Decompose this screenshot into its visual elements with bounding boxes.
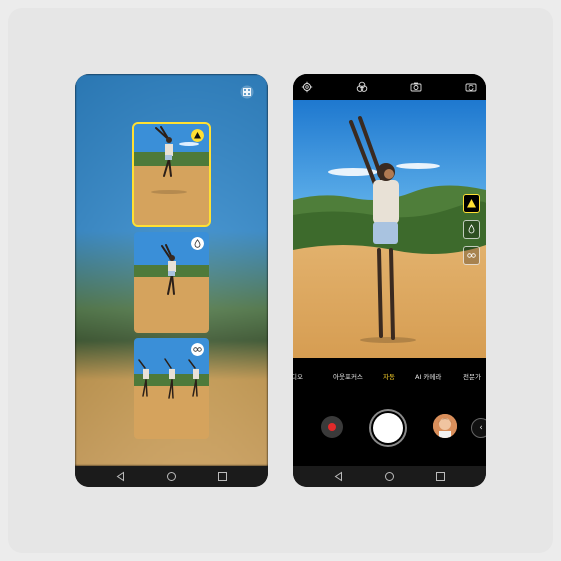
mode-ai-camera[interactable]: AI 카메라 [415, 371, 441, 381]
flip-camera-icon[interactable] [465, 81, 477, 93]
warning-triangle-icon[interactable] [463, 194, 480, 213]
chevron-left-icon[interactable]: ‹ [471, 418, 486, 438]
mode-out-focus[interactable]: 아웃포커스 [333, 371, 363, 381]
navigation-bar [75, 466, 268, 487]
back-icon[interactable] [333, 471, 344, 482]
thumbnail-3[interactable] [134, 338, 209, 439]
mode-auto[interactable]: 자동 [383, 371, 395, 381]
back-icon[interactable] [115, 471, 126, 482]
home-icon[interactable] [384, 471, 395, 482]
drop-icon[interactable] [463, 220, 480, 239]
camera-top-bar [293, 74, 486, 100]
camera-mode-selector: 디오 아웃포커스 자동 AI 카메라 전문가 [293, 371, 486, 389]
camera-viewfinder[interactable] [293, 100, 486, 358]
navigation-bar [293, 466, 486, 487]
camera-icon[interactable] [410, 81, 422, 93]
thumbnail-selected[interactable] [132, 122, 211, 227]
thumbnail-2[interactable] [134, 232, 209, 333]
left-phone-screen [75, 74, 268, 487]
filter-icon[interactable] [356, 81, 368, 93]
shutter-button[interactable] [373, 413, 403, 443]
infinity-icon[interactable] [463, 246, 480, 265]
recents-icon[interactable] [435, 471, 446, 482]
infinity-icon [191, 343, 204, 356]
recents-icon[interactable] [217, 471, 228, 482]
mode-pro[interactable]: 전문가 [463, 371, 481, 381]
settings-icon[interactable] [301, 81, 313, 93]
record-button[interactable] [321, 416, 343, 438]
home-icon[interactable] [166, 471, 177, 482]
drop-icon [191, 237, 204, 250]
right-phone-screen: 디오 아웃포커스 자동 AI 카메라 전문가 ‹ [293, 74, 486, 487]
grid-icon[interactable] [240, 85, 254, 99]
warning-triangle-icon [191, 129, 204, 142]
gallery-thumbnail[interactable] [433, 414, 457, 438]
mode-video[interactable]: 디오 [293, 371, 303, 381]
